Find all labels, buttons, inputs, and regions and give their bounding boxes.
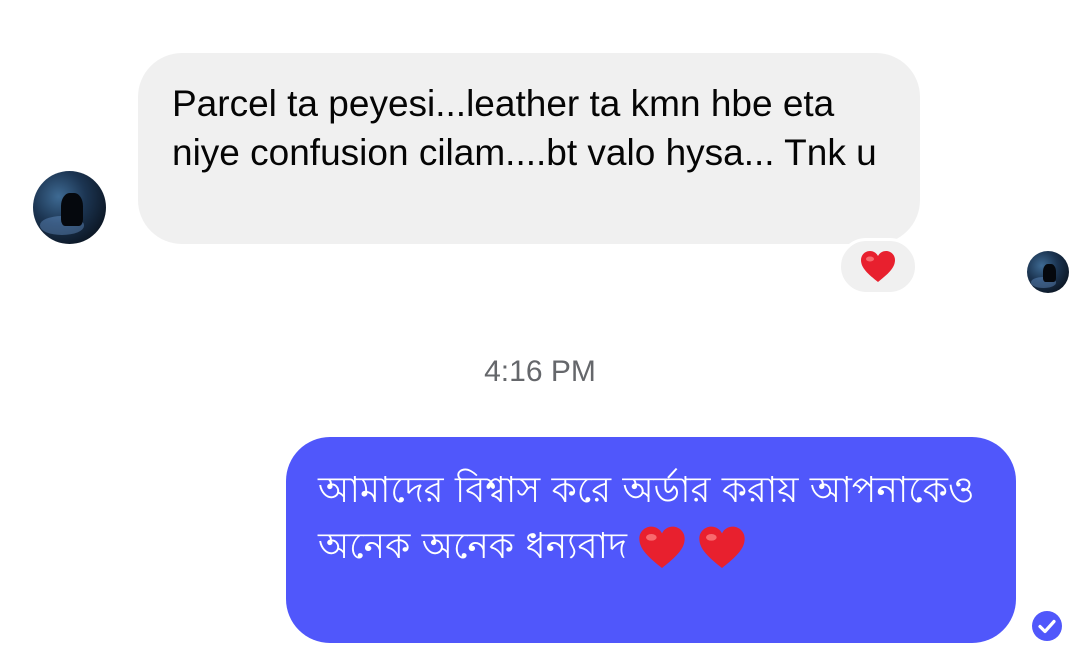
avatar-figure bbox=[1042, 263, 1056, 283]
avatar-figure bbox=[60, 192, 83, 226]
message-reaction[interactable] bbox=[838, 238, 918, 295]
sender-avatar[interactable] bbox=[33, 171, 106, 244]
heart-icon bbox=[861, 250, 895, 282]
heart-icon bbox=[699, 526, 745, 568]
outgoing-message-content: আমাদের বিশ্বাস করে অর্ডার করায় আপনাকেও … bbox=[318, 463, 984, 575]
seen-by-avatar bbox=[1027, 251, 1069, 293]
message-timestamp: 4:16 PM bbox=[484, 355, 596, 388]
chat-thread: Parcel ta peyesi...leather ta kmn hbe et… bbox=[0, 0, 1080, 666]
incoming-message-bubble[interactable]: Parcel ta peyesi...leather ta kmn hbe et… bbox=[138, 53, 920, 244]
incoming-message-text: Parcel ta peyesi...leather ta kmn hbe et… bbox=[172, 83, 877, 173]
sent-check-icon bbox=[1032, 611, 1062, 641]
outgoing-message-bubble[interactable]: আমাদের বিশ্বাস করে অর্ডার করায় আপনাকেও … bbox=[286, 437, 1016, 643]
heart-icon bbox=[639, 526, 686, 568]
